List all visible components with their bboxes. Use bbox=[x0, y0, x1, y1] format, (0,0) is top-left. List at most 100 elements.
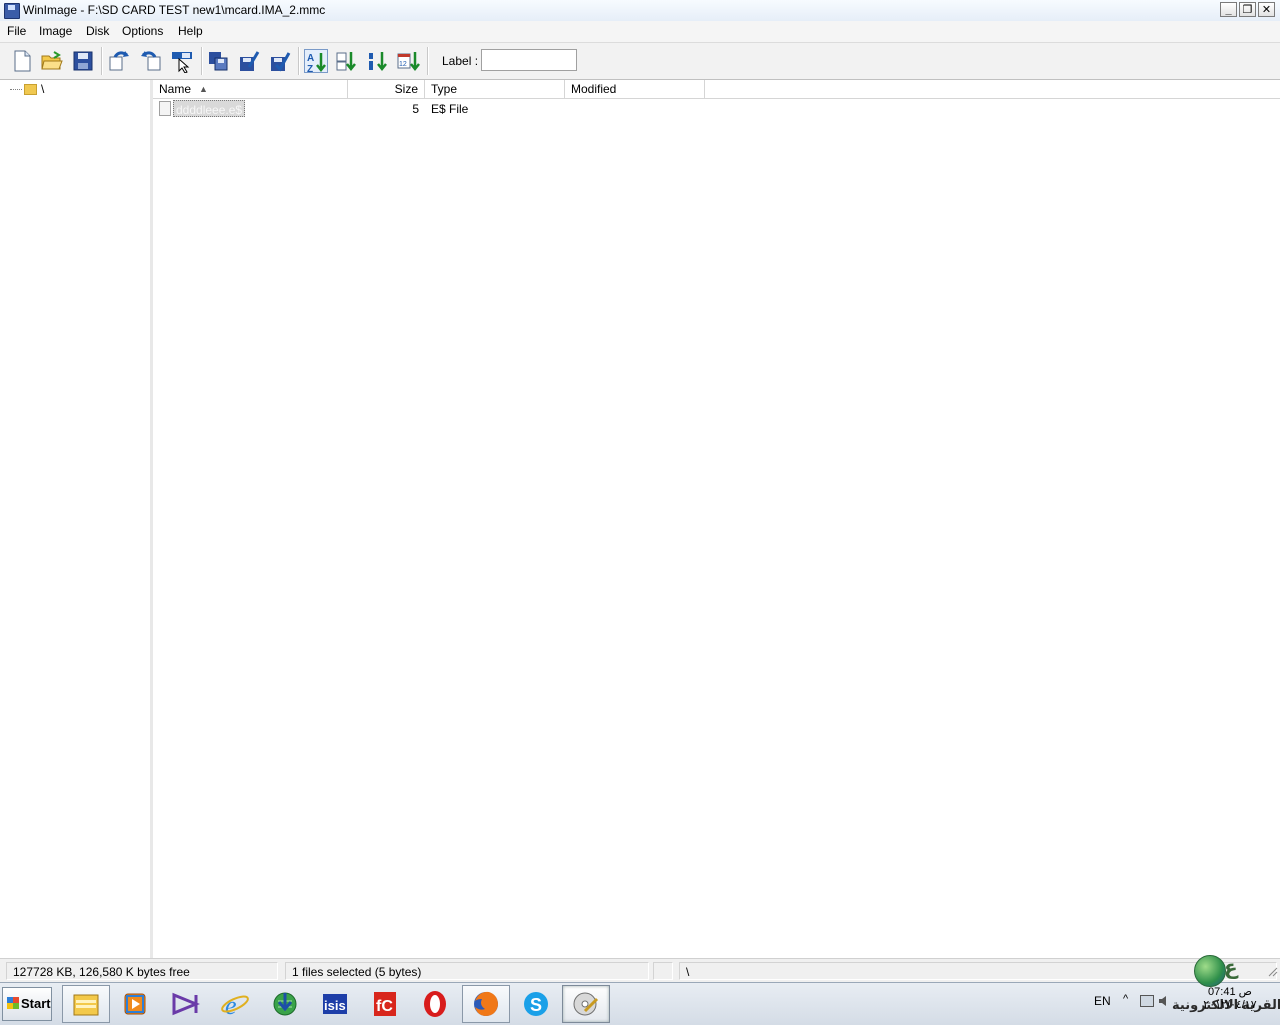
visual-studio-icon bbox=[172, 992, 200, 1016]
file-name[interactable]: ddddleee.e$ bbox=[173, 100, 246, 117]
sort-by-size-button[interactable] bbox=[366, 49, 390, 73]
toolbar-separator bbox=[298, 47, 300, 75]
svg-text:S: S bbox=[530, 995, 542, 1015]
sort-ascending-icon: ▲ bbox=[199, 84, 208, 94]
windows-logo-icon bbox=[7, 997, 19, 1009]
taskbar-explorer[interactable] bbox=[62, 985, 110, 1023]
language-indicator[interactable]: EN bbox=[1094, 994, 1111, 1008]
taskbar-download-manager[interactable] bbox=[261, 985, 309, 1023]
open-image-button[interactable] bbox=[40, 49, 64, 73]
winimage-app-icon bbox=[4, 3, 20, 19]
status-selection: 1 files selected (5 bytes) bbox=[285, 962, 649, 980]
toolbar-separator bbox=[427, 47, 429, 75]
save-image-button[interactable] bbox=[71, 49, 95, 73]
clock-date: ٢٠١٢/٠٤/١٧ bbox=[1203, 999, 1257, 1011]
open-icon bbox=[41, 51, 63, 70]
taskbar-skype[interactable]: S bbox=[512, 985, 560, 1023]
minimize-button[interactable]: _ bbox=[1220, 2, 1237, 17]
disk-check-icon bbox=[271, 52, 291, 72]
system-clock[interactable]: 07:41 ص ٢٠١٢/٠٤/١٧ bbox=[1200, 986, 1260, 1012]
sort-by-name-button[interactable]: AZ bbox=[304, 49, 328, 75]
disk-format-button[interactable] bbox=[237, 49, 261, 73]
table-row[interactable]: ddddleee.e$ 5 E$ File bbox=[153, 100, 1280, 118]
winimage-disc-icon bbox=[573, 992, 599, 1016]
column-header-type[interactable]: Type bbox=[425, 80, 565, 98]
menu-disk[interactable]: Disk bbox=[86, 24, 109, 38]
menu-help[interactable]: Help bbox=[178, 24, 203, 38]
select-icon bbox=[172, 52, 192, 74]
window-title: WinImage - F:\SD CARD TEST new1\mcard.IM… bbox=[23, 3, 326, 17]
toolbar: AZ 12 Label : bbox=[0, 43, 1280, 80]
fc-icon: fC bbox=[374, 992, 396, 1016]
list-header: Name ▲ Size Type Modified bbox=[153, 80, 1280, 99]
taskbar-media-player[interactable] bbox=[111, 985, 159, 1023]
select-button[interactable] bbox=[170, 49, 194, 74]
file-type: E$ File bbox=[431, 102, 469, 116]
disk-format-icon bbox=[240, 51, 260, 71]
taskbar-opera[interactable] bbox=[411, 985, 459, 1023]
sort-size-icon bbox=[369, 52, 387, 72]
file-icon bbox=[159, 101, 171, 116]
sort-by-date-button[interactable]: 12 bbox=[397, 49, 421, 73]
watermark-globe-icon bbox=[1194, 955, 1226, 987]
menu-image[interactable]: Image bbox=[39, 24, 72, 38]
extract-button[interactable] bbox=[139, 49, 163, 73]
toolbar-separator bbox=[101, 47, 103, 75]
svg-text:12: 12 bbox=[399, 61, 407, 68]
disk-copy-button[interactable] bbox=[206, 49, 230, 73]
menu-bar: File Image Disk Options Help bbox=[0, 21, 1280, 43]
title-bar: WinImage - F:\SD CARD TEST new1\mcard.IM… bbox=[0, 0, 1280, 22]
start-button[interactable]: Start bbox=[2, 987, 52, 1021]
menu-options[interactable]: Options bbox=[122, 24, 163, 38]
new-icon bbox=[14, 50, 31, 72]
status-bar: 127728 KB, 126,580 K bytes free 1 files … bbox=[0, 958, 1280, 983]
menu-file[interactable]: File bbox=[7, 24, 26, 38]
svg-text:e: e bbox=[225, 991, 237, 1019]
inject-button[interactable] bbox=[107, 49, 131, 73]
volume-label-input[interactable] bbox=[481, 49, 577, 71]
inject-icon bbox=[109, 51, 129, 71]
status-blank-panel bbox=[653, 962, 673, 980]
volume-icon[interactable] bbox=[1158, 995, 1170, 1007]
disk-check-button[interactable] bbox=[268, 49, 292, 73]
sort-name-icon: AZ bbox=[307, 53, 326, 75]
label-caption: Label : bbox=[442, 54, 479, 68]
taskbar-internet-explorer[interactable]: e bbox=[211, 985, 259, 1023]
internet-explorer-icon: e bbox=[221, 991, 249, 1019]
column-header-name[interactable]: Name ▲ bbox=[153, 80, 348, 98]
column-header-modified[interactable]: Modified bbox=[565, 80, 705, 98]
file-size: 5 bbox=[412, 102, 419, 116]
toolbar-separator bbox=[201, 47, 203, 75]
tree-root-node[interactable]: \ bbox=[10, 82, 44, 98]
status-free-space: 127728 KB, 126,580 K bytes free bbox=[6, 962, 278, 980]
start-label: Start bbox=[21, 996, 51, 1011]
network-icon[interactable] bbox=[1140, 995, 1154, 1007]
restore-button[interactable]: ❐ bbox=[1239, 2, 1256, 17]
save-icon bbox=[73, 51, 93, 71]
svg-text:A: A bbox=[307, 53, 314, 64]
media-player-icon bbox=[124, 993, 146, 1015]
sort-date-icon: 12 bbox=[397, 52, 420, 72]
svg-text:Z: Z bbox=[307, 64, 313, 74]
globe-download-icon bbox=[273, 992, 297, 1016]
fc-label: fC bbox=[376, 998, 393, 1015]
extract-icon bbox=[141, 51, 161, 71]
opera-icon bbox=[424, 991, 446, 1017]
sort-by-type-button[interactable] bbox=[335, 49, 359, 73]
taskbar-winimage[interactable] bbox=[562, 985, 610, 1023]
column-header-name-label: Name bbox=[159, 82, 192, 96]
show-hidden-icons-icon[interactable]: ^ bbox=[1123, 993, 1128, 1005]
new-image-button[interactable] bbox=[10, 49, 34, 73]
folder-tree: \ bbox=[0, 80, 153, 958]
taskbar-fc[interactable]: fC bbox=[361, 985, 409, 1023]
resize-grip-icon[interactable] bbox=[1266, 965, 1278, 977]
close-button[interactable]: ✕ bbox=[1258, 2, 1275, 17]
folder-icon bbox=[73, 994, 99, 1016]
taskbar-visual-studio[interactable] bbox=[161, 985, 209, 1023]
taskbar-firefox[interactable] bbox=[462, 985, 510, 1023]
taskbar-isis[interactable]: isis bbox=[311, 985, 359, 1023]
column-header-size[interactable]: Size bbox=[348, 80, 425, 98]
tree-root-label: \ bbox=[41, 82, 45, 96]
taskbar: Start e isis fC S EN ^ القرية الالكتروني… bbox=[0, 955, 1280, 1025]
skype-icon: S bbox=[524, 992, 548, 1016]
